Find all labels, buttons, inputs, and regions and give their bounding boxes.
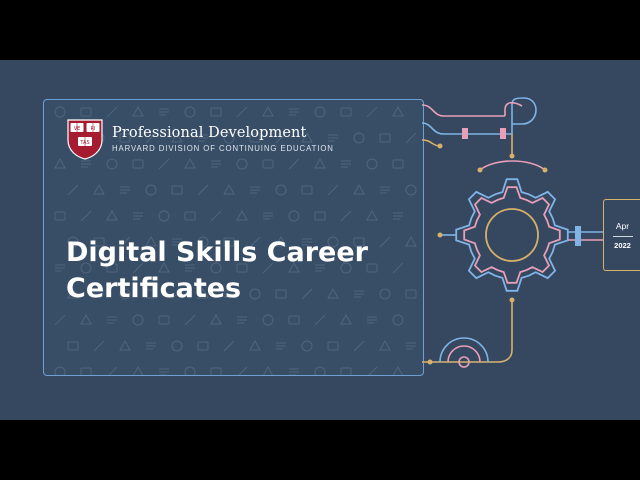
- connector-lines-bottom: [422, 300, 513, 363]
- connector-node: [462, 128, 468, 139]
- connector-node: [500, 128, 506, 139]
- connector-dot: [542, 167, 548, 173]
- connector-node: [575, 226, 581, 246]
- date-badge: Apr 2022: [603, 199, 640, 271]
- gear-icon: [455, 178, 569, 292]
- date-year: 2022: [614, 241, 631, 250]
- connector-dot: [437, 143, 443, 149]
- video-slide: VE RI TAS Professional Development HARVA…: [0, 60, 640, 420]
- connector-dot: [509, 153, 515, 159]
- letterbox-top: [0, 0, 640, 60]
- connector-dot: [509, 297, 515, 303]
- connector-dot: [427, 359, 433, 365]
- connector-dot: [477, 167, 483, 173]
- date-divider: [613, 236, 633, 237]
- connector-lines-top: [421, 97, 546, 171]
- date-month: Apr: [615, 221, 630, 231]
- connector-dot: [437, 232, 443, 238]
- circuit-gear-graphic: [421, 97, 603, 368]
- letterbox-bottom: [0, 420, 640, 480]
